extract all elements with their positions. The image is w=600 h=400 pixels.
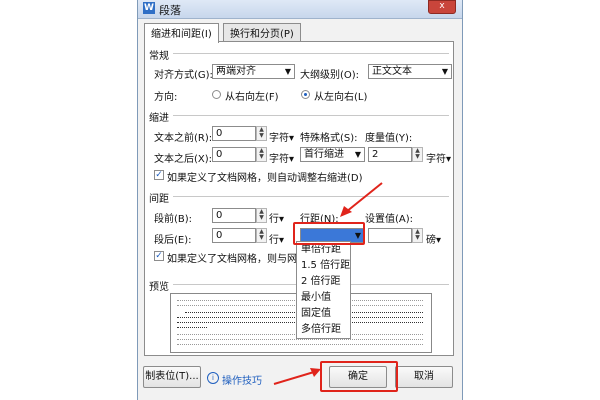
dropdown-arrow-icon: ▼ xyxy=(441,67,448,76)
space-after-label: 段后(E): xyxy=(154,235,192,246)
ltr-label: 从左向右(L) xyxy=(314,92,368,103)
setting-unit[interactable]: 磅▾ xyxy=(426,231,441,246)
special-value: 首行缩进 xyxy=(304,149,344,160)
align-value: 两端对齐 xyxy=(216,66,256,77)
tab-indent-spacing[interactable]: 缩进和间距(I) xyxy=(144,23,219,43)
space-after-spinner[interactable]: ▲ ▼ xyxy=(256,228,267,243)
cancel-button[interactable]: 取消 xyxy=(395,366,453,388)
info-icon: i xyxy=(207,372,219,384)
tab-stops-button[interactable]: 制表位(T)... xyxy=(143,366,201,388)
special-select[interactable]: 首行缩进 ▼ xyxy=(300,147,365,162)
outline-select[interactable]: 正文文本 ▼ xyxy=(368,64,452,79)
indent-before-unit[interactable]: 字符▾ xyxy=(269,129,294,144)
divider xyxy=(173,196,449,197)
line-spacing-option[interactable]: 2 倍行距 xyxy=(297,274,350,290)
line-spacing-option[interactable]: 1.5 倍行距 xyxy=(297,258,350,274)
indent-after-unit[interactable]: 字符▾ xyxy=(269,150,294,165)
wps-app-icon: W xyxy=(143,2,155,14)
indent-after-label: 文本之后(X): xyxy=(154,154,213,165)
space-before-spinner[interactable]: ▲ ▼ xyxy=(256,208,267,223)
annotation-arrow-icon xyxy=(340,182,383,217)
space-after-unit[interactable]: 行▾ xyxy=(269,231,284,246)
line-spacing-option[interactable]: 多倍行距 xyxy=(297,322,350,338)
indent-before-label: 文本之前(R): xyxy=(154,133,213,144)
tab-line-page-breaks[interactable]: 换行和分页(P) xyxy=(223,23,301,41)
outline-label: 大纲级别(O): xyxy=(300,70,360,81)
section-spacing: 间距 xyxy=(149,194,169,205)
special-label: 特殊格式(S): xyxy=(300,133,358,144)
title-bar: W 段落 x xyxy=(138,0,462,19)
spacing-grid-check-label: 如果定义了文档网格，则与网格对 xyxy=(167,254,317,265)
divider xyxy=(173,53,449,54)
indent-grid-check-label: 如果定义了文档网格，则自动调整右缩进(D) xyxy=(167,173,363,184)
measure-input[interactable]: 2 xyxy=(368,147,412,162)
ltr-radio[interactable] xyxy=(301,90,310,99)
outline-value: 正文文本 xyxy=(372,66,412,77)
space-before-label: 段前(B): xyxy=(154,214,193,225)
indent-after-input[interactable]: 0 xyxy=(212,147,256,162)
setting-input[interactable] xyxy=(368,228,412,243)
indent-before-spinner[interactable]: ▲ ▼ xyxy=(256,126,267,141)
section-preview: 预览 xyxy=(149,282,169,293)
section-indent: 缩进 xyxy=(149,113,169,124)
align-select[interactable]: 两端对齐 ▼ xyxy=(212,64,295,79)
measure-spinner[interactable]: ▲ ▼ xyxy=(412,147,423,162)
direction-label: 方向: xyxy=(154,92,178,103)
dropdown-arrow-icon: ▼ xyxy=(354,150,361,159)
rtl-radio[interactable] xyxy=(212,90,221,99)
rtl-label: 从右向左(F) xyxy=(225,92,279,103)
measure-unit[interactable]: 字符▾ xyxy=(426,150,451,165)
section-general: 常规 xyxy=(149,51,169,62)
highlight-box-ok xyxy=(320,361,398,392)
divider xyxy=(173,115,449,116)
indent-before-input[interactable]: 0 xyxy=(212,126,256,141)
setting-spinner[interactable]: ▲ ▼ xyxy=(412,228,423,243)
dialog-title: 段落 xyxy=(159,4,181,17)
line-spacing-option[interactable]: 固定值 xyxy=(297,306,350,322)
measure-label: 度量值(Y): xyxy=(365,133,413,144)
align-label: 对齐方式(G): xyxy=(154,70,213,81)
space-before-input[interactable]: 0 xyxy=(212,208,256,223)
space-after-input[interactable]: 0 xyxy=(212,228,256,243)
indent-after-spinner[interactable]: ▲ ▼ xyxy=(256,147,267,162)
close-button[interactable]: x xyxy=(428,0,456,14)
indent-grid-checkbox[interactable]: ✓ xyxy=(154,170,164,180)
annotation-arrow-icon xyxy=(273,368,321,385)
tips-link[interactable]: 操作技巧 xyxy=(222,372,262,387)
line-spacing-option[interactable]: 最小值 xyxy=(297,290,350,306)
highlight-box-line-spacing xyxy=(293,222,365,245)
dropdown-arrow-icon: ▼ xyxy=(284,67,291,76)
space-before-unit[interactable]: 行▾ xyxy=(269,210,284,225)
line-spacing-dropdown: 单倍行距 1.5 倍行距 2 倍行距 最小值 固定值 多倍行距 xyxy=(296,241,351,339)
paragraph-dialog: W 段落 x 缩进和间距(I) 换行和分页(P) 常规 对齐方式(G): 两端对… xyxy=(137,0,463,400)
spacing-grid-checkbox[interactable]: ✓ xyxy=(154,251,164,261)
